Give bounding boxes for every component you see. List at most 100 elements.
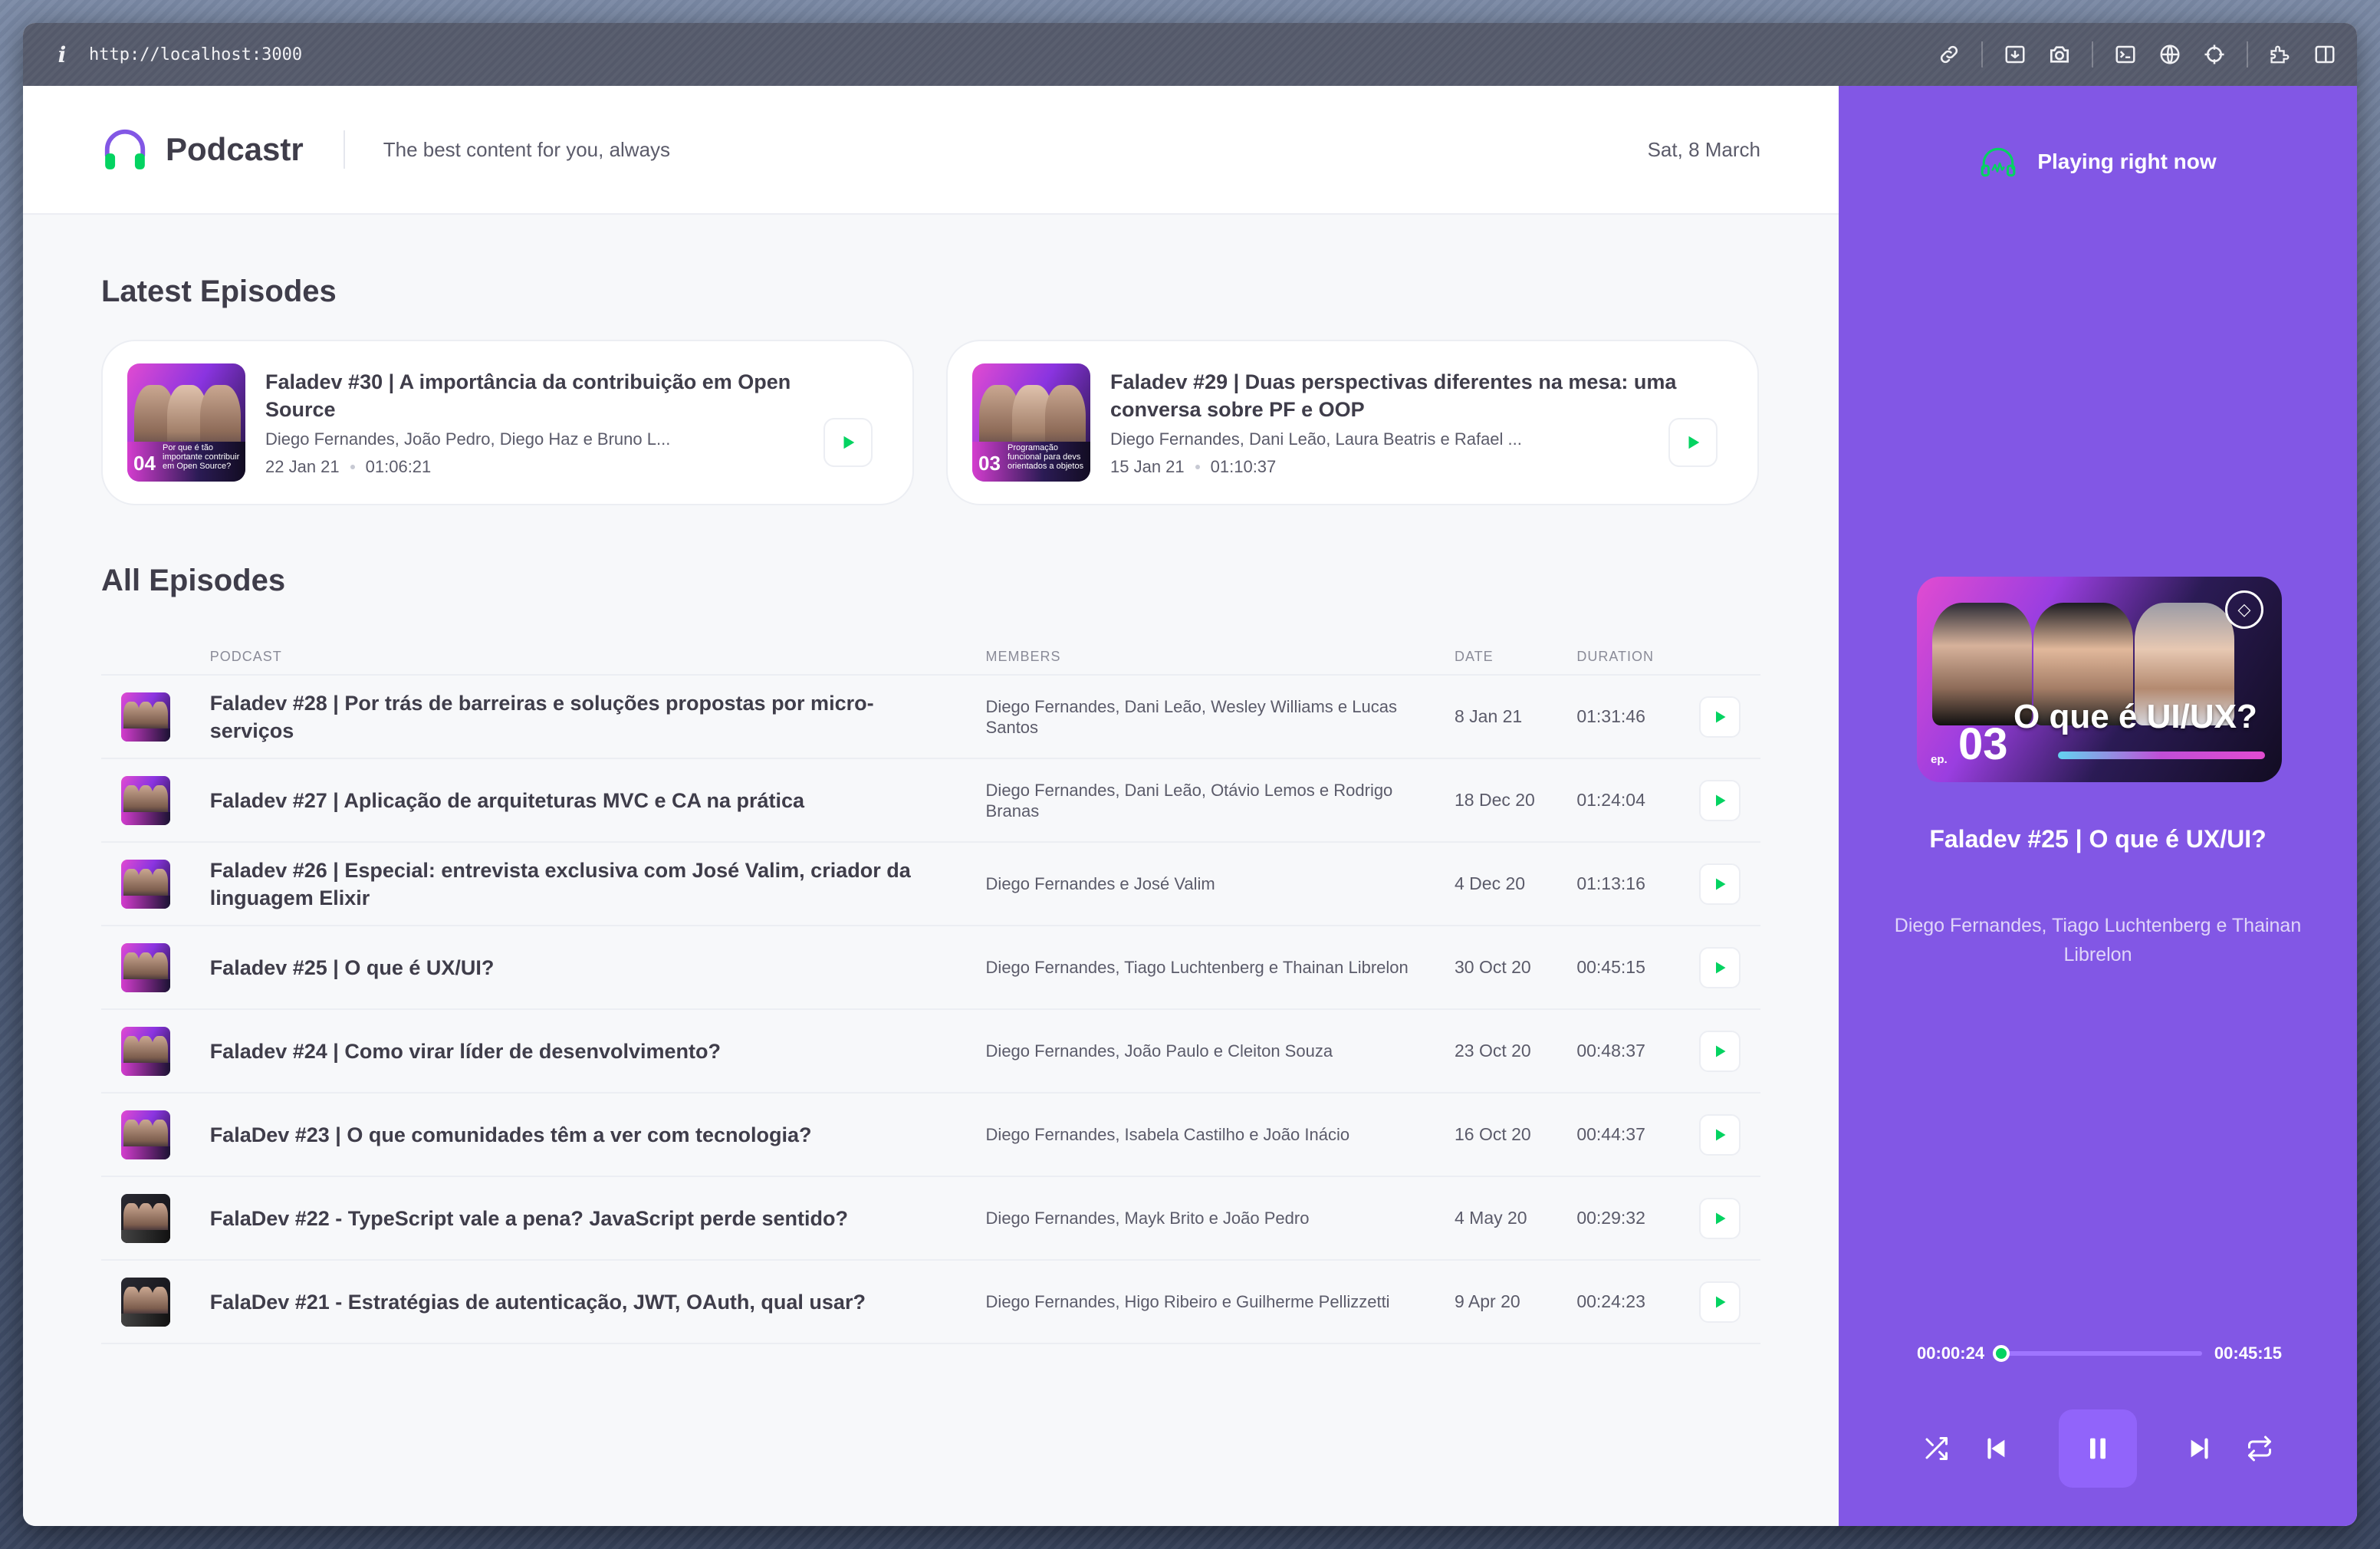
play-episode-button[interactable] bbox=[1699, 1197, 1741, 1239]
table-row[interactable]: FalaDev #22 - TypeScript vale a pena? Ja… bbox=[101, 1176, 1760, 1261]
toolbar-separator bbox=[2247, 41, 2248, 67]
row-action-cell bbox=[1699, 675, 1760, 759]
table-row[interactable]: Faladev #28 | Por trás de barreiras e so… bbox=[101, 675, 1760, 759]
row-action-cell bbox=[1699, 842, 1760, 926]
episode-thumbnail bbox=[121, 692, 170, 742]
terminal-icon[interactable] bbox=[2113, 42, 2138, 67]
playing-now-label: Playing right now bbox=[2037, 150, 2217, 173]
episode-thumbnail bbox=[121, 1110, 170, 1159]
row-episode-title[interactable]: Faladev #27 | Aplicação de arquiteturas … bbox=[209, 758, 986, 843]
table-row[interactable]: Faladev #27 | Aplicação de arquiteturas … bbox=[101, 758, 1760, 843]
play-icon bbox=[1716, 878, 1726, 890]
all-episodes-title: All Episodes bbox=[101, 564, 286, 597]
episode-duration: 01:06:21 bbox=[365, 457, 432, 476]
table-row[interactable]: FalaDev #23 | O que comunidades têm a ve… bbox=[101, 1093, 1760, 1177]
cover-title: O que é UI/UX? bbox=[2013, 698, 2257, 735]
row-episode-title[interactable]: Faladev #26 | Especial: entrevista exclu… bbox=[209, 842, 986, 926]
row-thumbnail-cell bbox=[101, 1176, 210, 1261]
row-episode-members: Diego Fernandes, Dani Leão, Wesley Willi… bbox=[985, 675, 1455, 759]
play-episode-button[interactable] bbox=[1668, 418, 1718, 467]
row-thumbnail-cell bbox=[101, 758, 210, 843]
next-button[interactable] bbox=[2180, 1429, 2220, 1468]
episode-thumbnail bbox=[121, 859, 170, 909]
progress-slider[interactable] bbox=[1993, 1345, 2202, 1362]
row-episode-duration: 00:24:23 bbox=[1576, 1260, 1699, 1344]
cover-ep-number: 03 bbox=[1958, 719, 2008, 769]
row-episode-duration: 00:48:37 bbox=[1576, 1009, 1699, 1094]
toolbar-separator bbox=[1981, 41, 1983, 67]
pause-icon bbox=[2090, 1438, 2106, 1459]
split-view-icon[interactable] bbox=[2313, 42, 2337, 67]
play-icon bbox=[1716, 962, 1726, 973]
address-bar[interactable]: http://localhost:3000 bbox=[89, 45, 302, 64]
episode-duration: 01:10:37 bbox=[1210, 457, 1277, 476]
meta-separator-dot bbox=[1195, 465, 1200, 469]
now-playing-members: Diego Fernandes, Tiago Luchtenberg e Tha… bbox=[1894, 915, 2302, 965]
play-episode-button[interactable] bbox=[1699, 779, 1741, 821]
camera-icon[interactable] bbox=[2047, 42, 2072, 67]
play-episode-button[interactable] bbox=[1699, 696, 1741, 738]
table-row[interactable]: Faladev #26 | Especial: entrevista exclu… bbox=[101, 842, 1760, 926]
play-episode-button[interactable] bbox=[823, 418, 873, 467]
latest-episode-card[interactable]: 04 Por que é tão importante contribuir e… bbox=[101, 340, 914, 505]
play-episode-button[interactable] bbox=[1699, 1030, 1741, 1072]
row-episode-duration: 00:44:37 bbox=[1576, 1093, 1699, 1177]
headphones-logo-icon bbox=[104, 129, 146, 169]
row-episode-title[interactable]: Faladev #28 | Por trás de barreiras e so… bbox=[209, 675, 986, 759]
table-row[interactable]: Faladev #25 | O que é UX/UI? Diego Fernan… bbox=[101, 926, 1760, 1010]
link-icon[interactable] bbox=[1937, 42, 1961, 67]
episode-title-link[interactable]: Faladev #30 | A importância da contribui… bbox=[265, 368, 863, 423]
row-episode-members: Diego Fernandes, Tiago Luchtenberg e Tha… bbox=[985, 926, 1455, 1010]
row-episode-date: 23 Oct 20 bbox=[1454, 1009, 1577, 1094]
player-controls bbox=[1839, 1409, 2357, 1488]
play-episode-button[interactable] bbox=[1699, 1113, 1741, 1156]
row-episode-duration: 01:13:16 bbox=[1576, 842, 1699, 926]
episode-thumbnail bbox=[121, 942, 170, 992]
row-thumbnail-cell bbox=[101, 675, 210, 759]
previous-button[interactable] bbox=[1976, 1429, 2016, 1468]
row-episode-date: 8 Jan 21 bbox=[1454, 675, 1577, 759]
repeat-icon bbox=[2248, 1436, 2271, 1462]
play-icon bbox=[1716, 1045, 1726, 1057]
row-action-cell bbox=[1699, 1009, 1760, 1094]
row-episode-title[interactable]: Faladev #25 | O que é UX/UI? bbox=[209, 926, 986, 1010]
logo[interactable]: Podcastr bbox=[101, 126, 304, 173]
play-episode-button[interactable] bbox=[1699, 863, 1741, 905]
screenshot-area-icon[interactable] bbox=[2003, 42, 2027, 67]
shuffle-button[interactable] bbox=[1916, 1429, 1956, 1468]
row-episode-title[interactable]: Faladev #24 | Como virar líder de desenv… bbox=[209, 1009, 986, 1094]
cover-accent-bar bbox=[2058, 751, 2265, 759]
latest-episode-card[interactable]: 03 Programação funcional para devs orien… bbox=[946, 340, 1759, 505]
browser-window: i http://localhost:3000 Podcastr The bes… bbox=[23, 23, 2357, 1526]
row-episode-members: Diego Fernandes, Mayk Brito e João Pedro bbox=[985, 1176, 1455, 1261]
episode-title-link[interactable]: Faladev #29 | Duas perspectivas diferent… bbox=[1110, 368, 1708, 423]
row-episode-members: Diego Fernandes, Dani Leão, Otávio Lemos… bbox=[985, 758, 1455, 843]
latest-episodes-title: Latest Episodes bbox=[101, 275, 337, 308]
extension-icon[interactable] bbox=[2268, 42, 2293, 67]
progress-handle[interactable] bbox=[1993, 1345, 2010, 1362]
row-episode-title[interactable]: FalaDev #23 | O que comunidades têm a ve… bbox=[209, 1093, 986, 1177]
repeat-button[interactable] bbox=[2240, 1429, 2280, 1468]
info-icon[interactable]: i bbox=[43, 42, 81, 67]
row-episode-members: Diego Fernandes, João Paulo e Cleiton So… bbox=[985, 1009, 1455, 1094]
row-episode-title[interactable]: FalaDev #22 - TypeScript vale a pena? Ja… bbox=[209, 1176, 986, 1261]
episode-thumbnail: 03 Programação funcional para devs orien… bbox=[972, 363, 1090, 482]
episode-thumbnail bbox=[121, 1193, 170, 1243]
play-episode-button[interactable] bbox=[1699, 1281, 1741, 1323]
table-row[interactable]: FalaDev #21 - Estratégias de autenticaçã… bbox=[101, 1260, 1760, 1344]
row-episode-date: 18 Dec 20 bbox=[1454, 758, 1577, 843]
crosshair-icon[interactable] bbox=[2202, 42, 2227, 67]
skip-previous-icon bbox=[1987, 1438, 2005, 1459]
table-row[interactable]: Faladev #24 | Como virar líder de desenv… bbox=[101, 1009, 1760, 1094]
episode-members: Diego Fernandes, João Pedro, Diego Haz e… bbox=[265, 429, 671, 449]
globe-icon[interactable] bbox=[2158, 42, 2182, 67]
play-icon bbox=[1688, 436, 1700, 449]
row-episode-duration: 01:24:04 bbox=[1576, 758, 1699, 843]
row-episode-title[interactable]: FalaDev #21 - Estratégias de autenticaçã… bbox=[209, 1260, 986, 1344]
row-episode-date: 30 Oct 20 bbox=[1454, 926, 1577, 1010]
row-episode-members: Diego Fernandes, Isabela Castilho e João… bbox=[985, 1093, 1455, 1177]
pause-button[interactable] bbox=[2059, 1409, 2137, 1488]
tagline: The best content for you, always bbox=[383, 137, 671, 161]
row-thumbnail-cell bbox=[101, 926, 210, 1010]
play-episode-button[interactable] bbox=[1699, 946, 1741, 988]
